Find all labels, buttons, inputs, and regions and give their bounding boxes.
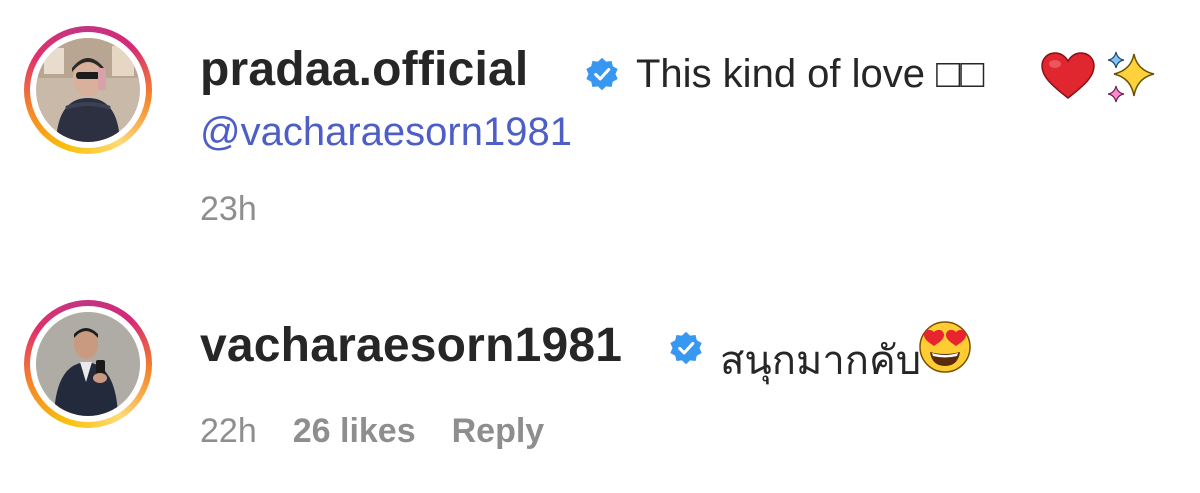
sparkles-icon [1107, 51, 1155, 103]
verified-badge-icon [670, 331, 702, 365]
comment-text: สนุกมากคับ [720, 339, 922, 383]
likes-count[interactable]: 26 likes [293, 412, 416, 450]
comment-meta: 23h [200, 190, 293, 229]
reply-button[interactable]: Reply [452, 412, 545, 450]
avatar[interactable] [36, 312, 140, 416]
avatar[interactable] [36, 38, 140, 142]
avatar-story-ring[interactable] [24, 300, 152, 428]
comment-username[interactable]: vacharaesorn1981 [200, 318, 622, 373]
heart-eyes-face-icon [919, 321, 971, 373]
avatar-story-ring[interactable] [24, 26, 152, 154]
mention-link[interactable]: @vacharaesorn1981 [200, 110, 572, 155]
comment-meta: 22h 26 likes Reply [200, 412, 580, 451]
comment-timestamp[interactable]: 22h [200, 412, 257, 450]
comment-text: This kind of love □□ [636, 52, 985, 96]
verified-badge-icon [586, 57, 618, 91]
red-heart-icon [1041, 52, 1095, 99]
comment-username[interactable]: pradaa.official [200, 42, 528, 97]
comment-timestamp[interactable]: 23h [200, 190, 257, 228]
